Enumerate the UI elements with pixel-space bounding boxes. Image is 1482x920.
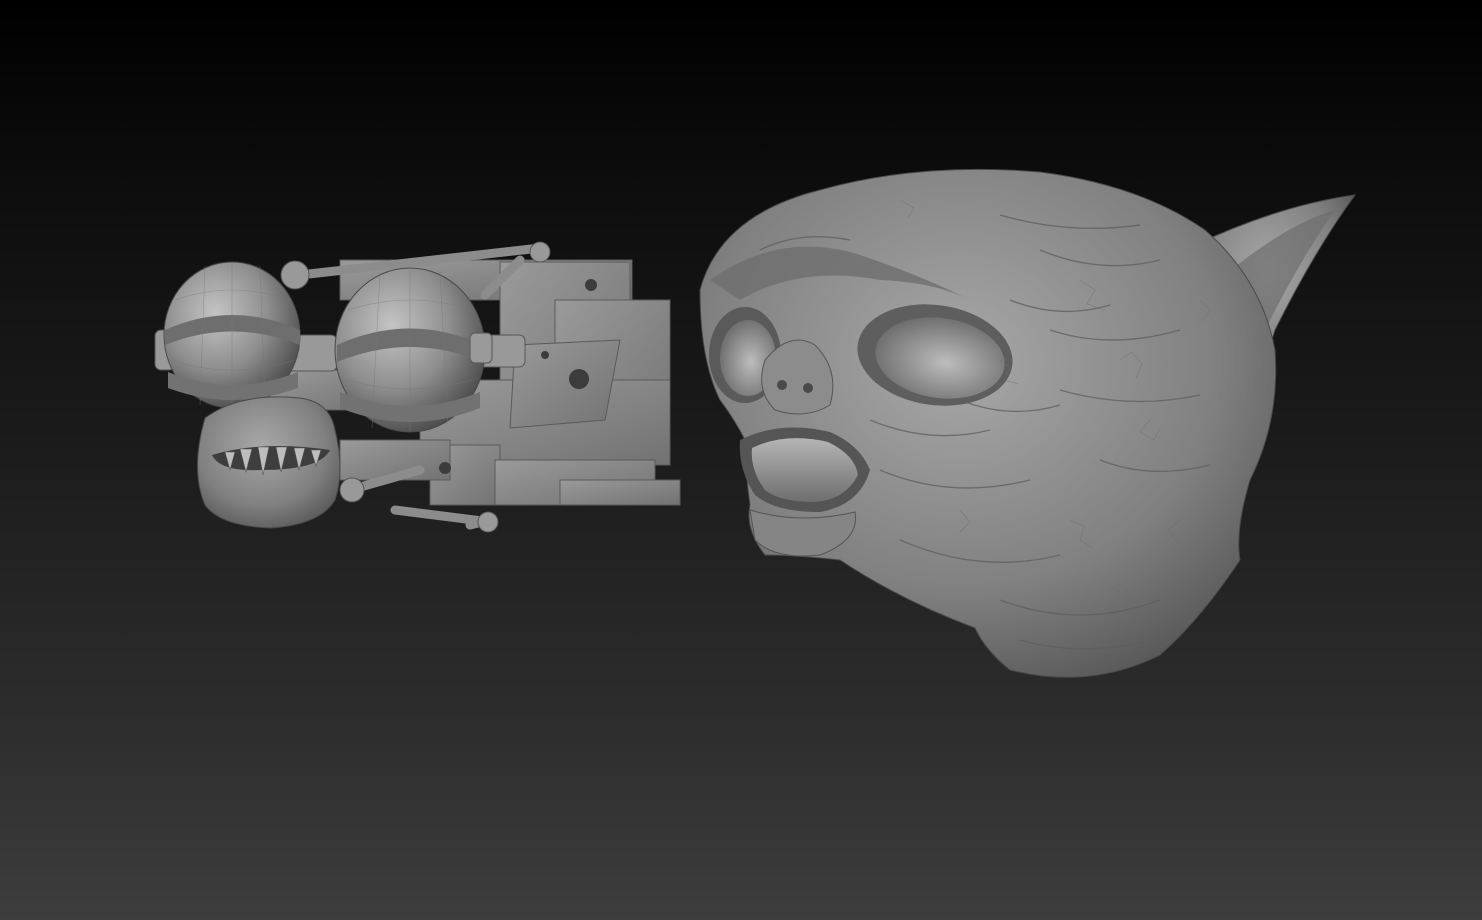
creature-head-sculpt[interactable] [699, 168, 1357, 678]
viewport-canvas [154, 168, 1357, 678]
teeth-jaw-sculpt [197, 396, 341, 529]
zbrush-viewport[interactable] [0, 0, 1482, 920]
left-eyeball [163, 261, 301, 409]
animatronic-mechanism[interactable] [154, 241, 681, 533]
creature-head-mass [699, 168, 1277, 678]
